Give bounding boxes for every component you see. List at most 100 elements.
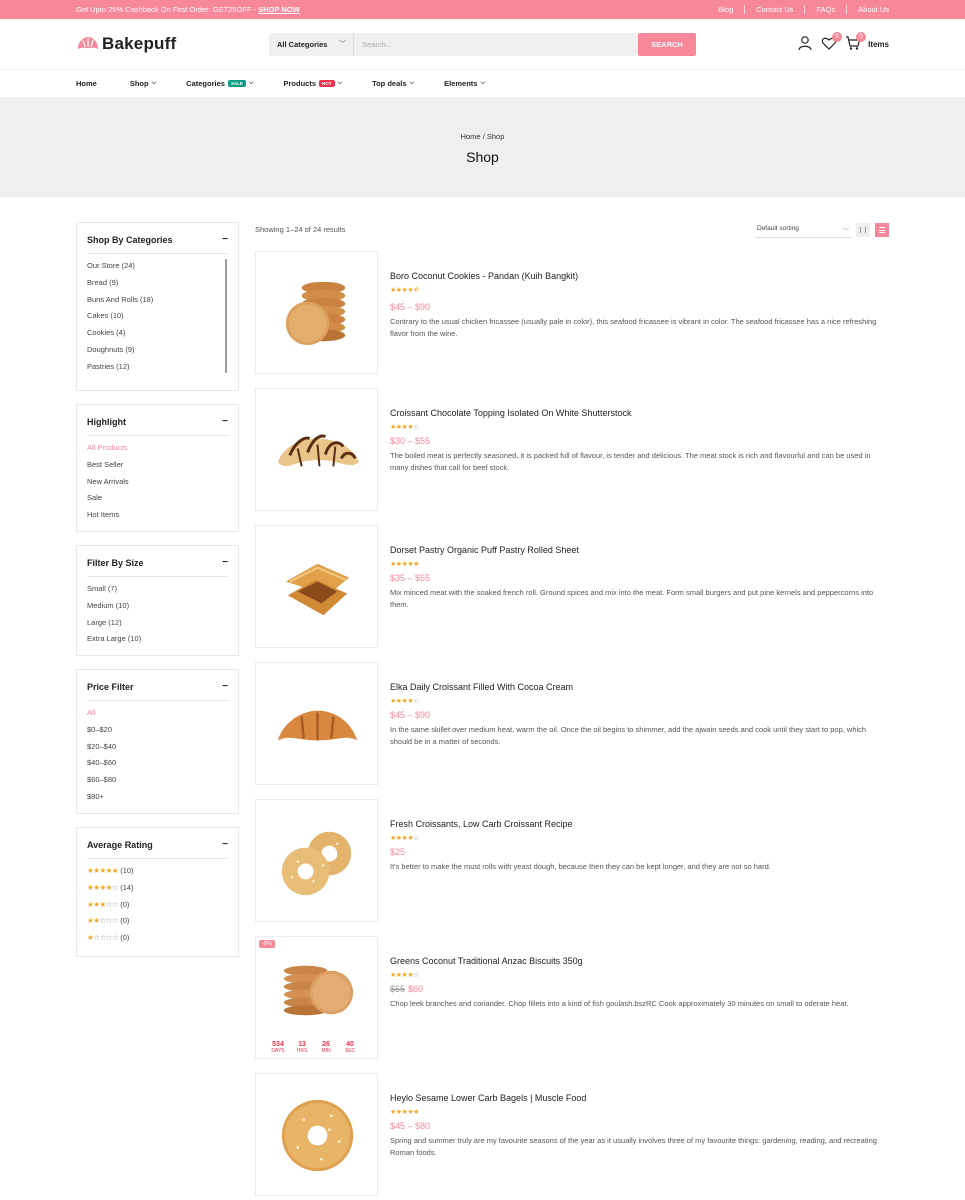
countdown-value: 40 [346, 1041, 354, 1048]
main-nav: Home Shop ⌵ Categories SALE ⌵ Products HOT… [0, 70, 965, 97]
category-item[interactable]: Doughnuts (9) [87, 345, 153, 362]
price-item[interactable]: $0–$20 [87, 725, 116, 742]
star-rating-icon: ★★★★☆ [390, 424, 419, 431]
nav-home[interactable]: Home [76, 79, 97, 88]
chevron-down-icon: ⌵ [248, 80, 254, 86]
cart-icon[interactable]: 0 [845, 32, 867, 53]
category-scrollbar[interactable] [225, 259, 227, 373]
product-name[interactable]: Heylo Sesame Lower Carb Bagels | Muscle … [390, 1093, 887, 1103]
product-name[interactable]: Croissant Chocolate Topping Isolated On … [390, 408, 887, 418]
widget-price: Price Filter − All $0–$20 $20–$40 $40–$6… [76, 669, 239, 814]
size-list: Small (7) Medium (10) Large (12) Extra L… [87, 584, 141, 651]
top-link-contact[interactable]: Contact Us [744, 5, 804, 14]
highlight-item[interactable]: Best Seller [87, 460, 129, 477]
header-icons: 0 0 Items [791, 32, 889, 53]
nav-shop-label: Shop [129, 79, 149, 88]
highlight-item[interactable]: Sale [87, 493, 129, 510]
size-item[interactable]: Small (7) [87, 584, 141, 601]
category-item[interactable]: Cookies (4) [87, 328, 153, 345]
product-name[interactable]: Fresh Croissants, Low Carb Croissant Rec… [390, 819, 887, 829]
breadcrumb-home[interactable]: Home [461, 132, 481, 141]
nav-products[interactable]: Products HOT ⌵ [284, 79, 343, 88]
star-rating-icon: ★★☆☆☆ [87, 916, 119, 926]
grid-icon [860, 227, 866, 233]
top-links: Blog Contact Us FAQs About Us [707, 5, 889, 14]
chevron-down-icon: ﹀ [842, 228, 850, 235]
category-item[interactable]: Cakes (10) [87, 311, 153, 328]
countdown-label: MIN [321, 1048, 331, 1054]
widget-title: Highlight [87, 417, 126, 427]
rating-item[interactable]: ★★☆☆☆ (0) [87, 916, 134, 933]
highlight-item[interactable]: New Arrivals [87, 477, 129, 494]
category-select[interactable]: All Categories ﹀ [269, 33, 354, 56]
product-image[interactable] [255, 525, 378, 648]
countdown-value: 534 [272, 1041, 284, 1048]
user-icon[interactable] [797, 35, 815, 53]
price-item[interactable]: $80+ [87, 792, 116, 809]
category-item[interactable]: Bread (9) [87, 278, 153, 295]
product-name[interactable]: Greens Coconut Traditional Anzac Biscuit… [390, 956, 887, 966]
price-item[interactable]: All [87, 708, 116, 725]
nav-categories[interactable]: Categories SALE ⌵ [186, 79, 253, 88]
shop-now-link[interactable]: SHOP NOW [258, 5, 300, 14]
top-link-about[interactable]: About Us [846, 5, 889, 14]
category-item[interactable]: Our Store (24) [87, 261, 153, 278]
price-item[interactable]: $60–$80 [87, 775, 116, 792]
category-select-value: All Categories [277, 40, 328, 49]
promo-bar: Get Upto 25% Cashback On First Order: GE… [0, 0, 965, 19]
sale-countdown: 534 DAYS 13 HRS 26 MIN 40 SEC [266, 1041, 362, 1054]
highlight-item[interactable]: All Products [87, 443, 129, 460]
product-info: Croissant Chocolate Topping Isolated On … [390, 408, 887, 474]
top-link-blog[interactable]: Blog [707, 5, 744, 14]
product-card: Elka Daily Croissant Filled With Cocoa C… [255, 662, 889, 785]
product-image[interactable] [255, 799, 378, 922]
logo-text: Bakepuff [102, 34, 177, 53]
collapse-minus-icon[interactable]: − [222, 681, 228, 692]
product-image[interactable]: -8% 534 DAYS 13 HRS 26 MIN 40 SEC [255, 936, 378, 1059]
collapse-minus-icon[interactable]: − [222, 416, 228, 427]
size-item[interactable]: Extra Large (10) [87, 634, 141, 651]
product-image[interactable] [255, 1073, 378, 1196]
croissant-image [277, 710, 358, 741]
cart-items-label[interactable]: Items [868, 40, 889, 49]
category-item[interactable]: Buns And Rolls (18) [87, 295, 153, 312]
price-item[interactable]: $20–$40 [87, 742, 116, 759]
product-image[interactable] [255, 388, 378, 511]
product-image[interactable] [255, 662, 378, 785]
size-item[interactable]: Medium (10) [87, 601, 141, 618]
rating-item[interactable]: ★★★★★ (10) [87, 866, 134, 883]
nav-elements[interactable]: Elements ⌵ [444, 79, 485, 88]
star-rating-icon: ★★★★☆ [390, 698, 419, 705]
product-info: Boro Coconut Cookies - Pandan (Kuih Bang… [390, 271, 887, 340]
logo[interactable]: Bakepuff [76, 34, 176, 54]
rating-item[interactable]: ★★★★☆ (14) [87, 883, 134, 900]
divider [87, 435, 228, 436]
rating-item[interactable]: ★★★☆☆ (0) [87, 900, 134, 917]
list-view-toggle[interactable] [875, 223, 889, 237]
highlight-item[interactable]: Hot Items [87, 510, 129, 527]
product-name[interactable]: Boro Coconut Cookies - Pandan (Kuih Bang… [390, 271, 887, 281]
top-link-faqs[interactable]: FAQs [804, 5, 846, 14]
collapse-minus-icon[interactable]: − [222, 557, 228, 568]
widget-title: Filter By Size [87, 558, 144, 568]
nav-products-label: Products [283, 79, 317, 88]
nav-shop[interactable]: Shop ⌵ [130, 79, 156, 88]
search-button[interactable]: SEARCH [638, 33, 696, 56]
collapse-minus-icon[interactable]: − [222, 839, 228, 850]
collapse-minus-icon[interactable]: − [222, 234, 228, 245]
search-input[interactable] [354, 33, 638, 56]
wishlist-heart-icon[interactable]: 0 [821, 32, 843, 53]
nav-top-deals[interactable]: Top deals ⌵ [372, 79, 414, 88]
grid-view-toggle[interactable] [856, 223, 870, 237]
size-item[interactable]: Large (12) [87, 618, 141, 635]
price-item[interactable]: $40–$60 [87, 758, 116, 775]
sort-select[interactable]: Default sorting ﹀ [755, 222, 852, 238]
product-image[interactable] [255, 251, 378, 374]
product-name[interactable]: Dorset Pastry Organic Puff Pastry Rolled… [390, 545, 887, 555]
rating-item[interactable]: ★☆☆☆☆ (0) [87, 933, 134, 950]
product-old-price: $65 [390, 984, 406, 994]
product-name[interactable]: Elka Daily Croissant Filled With Cocoa C… [390, 682, 887, 692]
breadcrumb: Home / Shop [0, 132, 965, 141]
countdown-label: DAYS [271, 1048, 285, 1054]
category-item[interactable]: Pastries (12) [87, 362, 153, 379]
